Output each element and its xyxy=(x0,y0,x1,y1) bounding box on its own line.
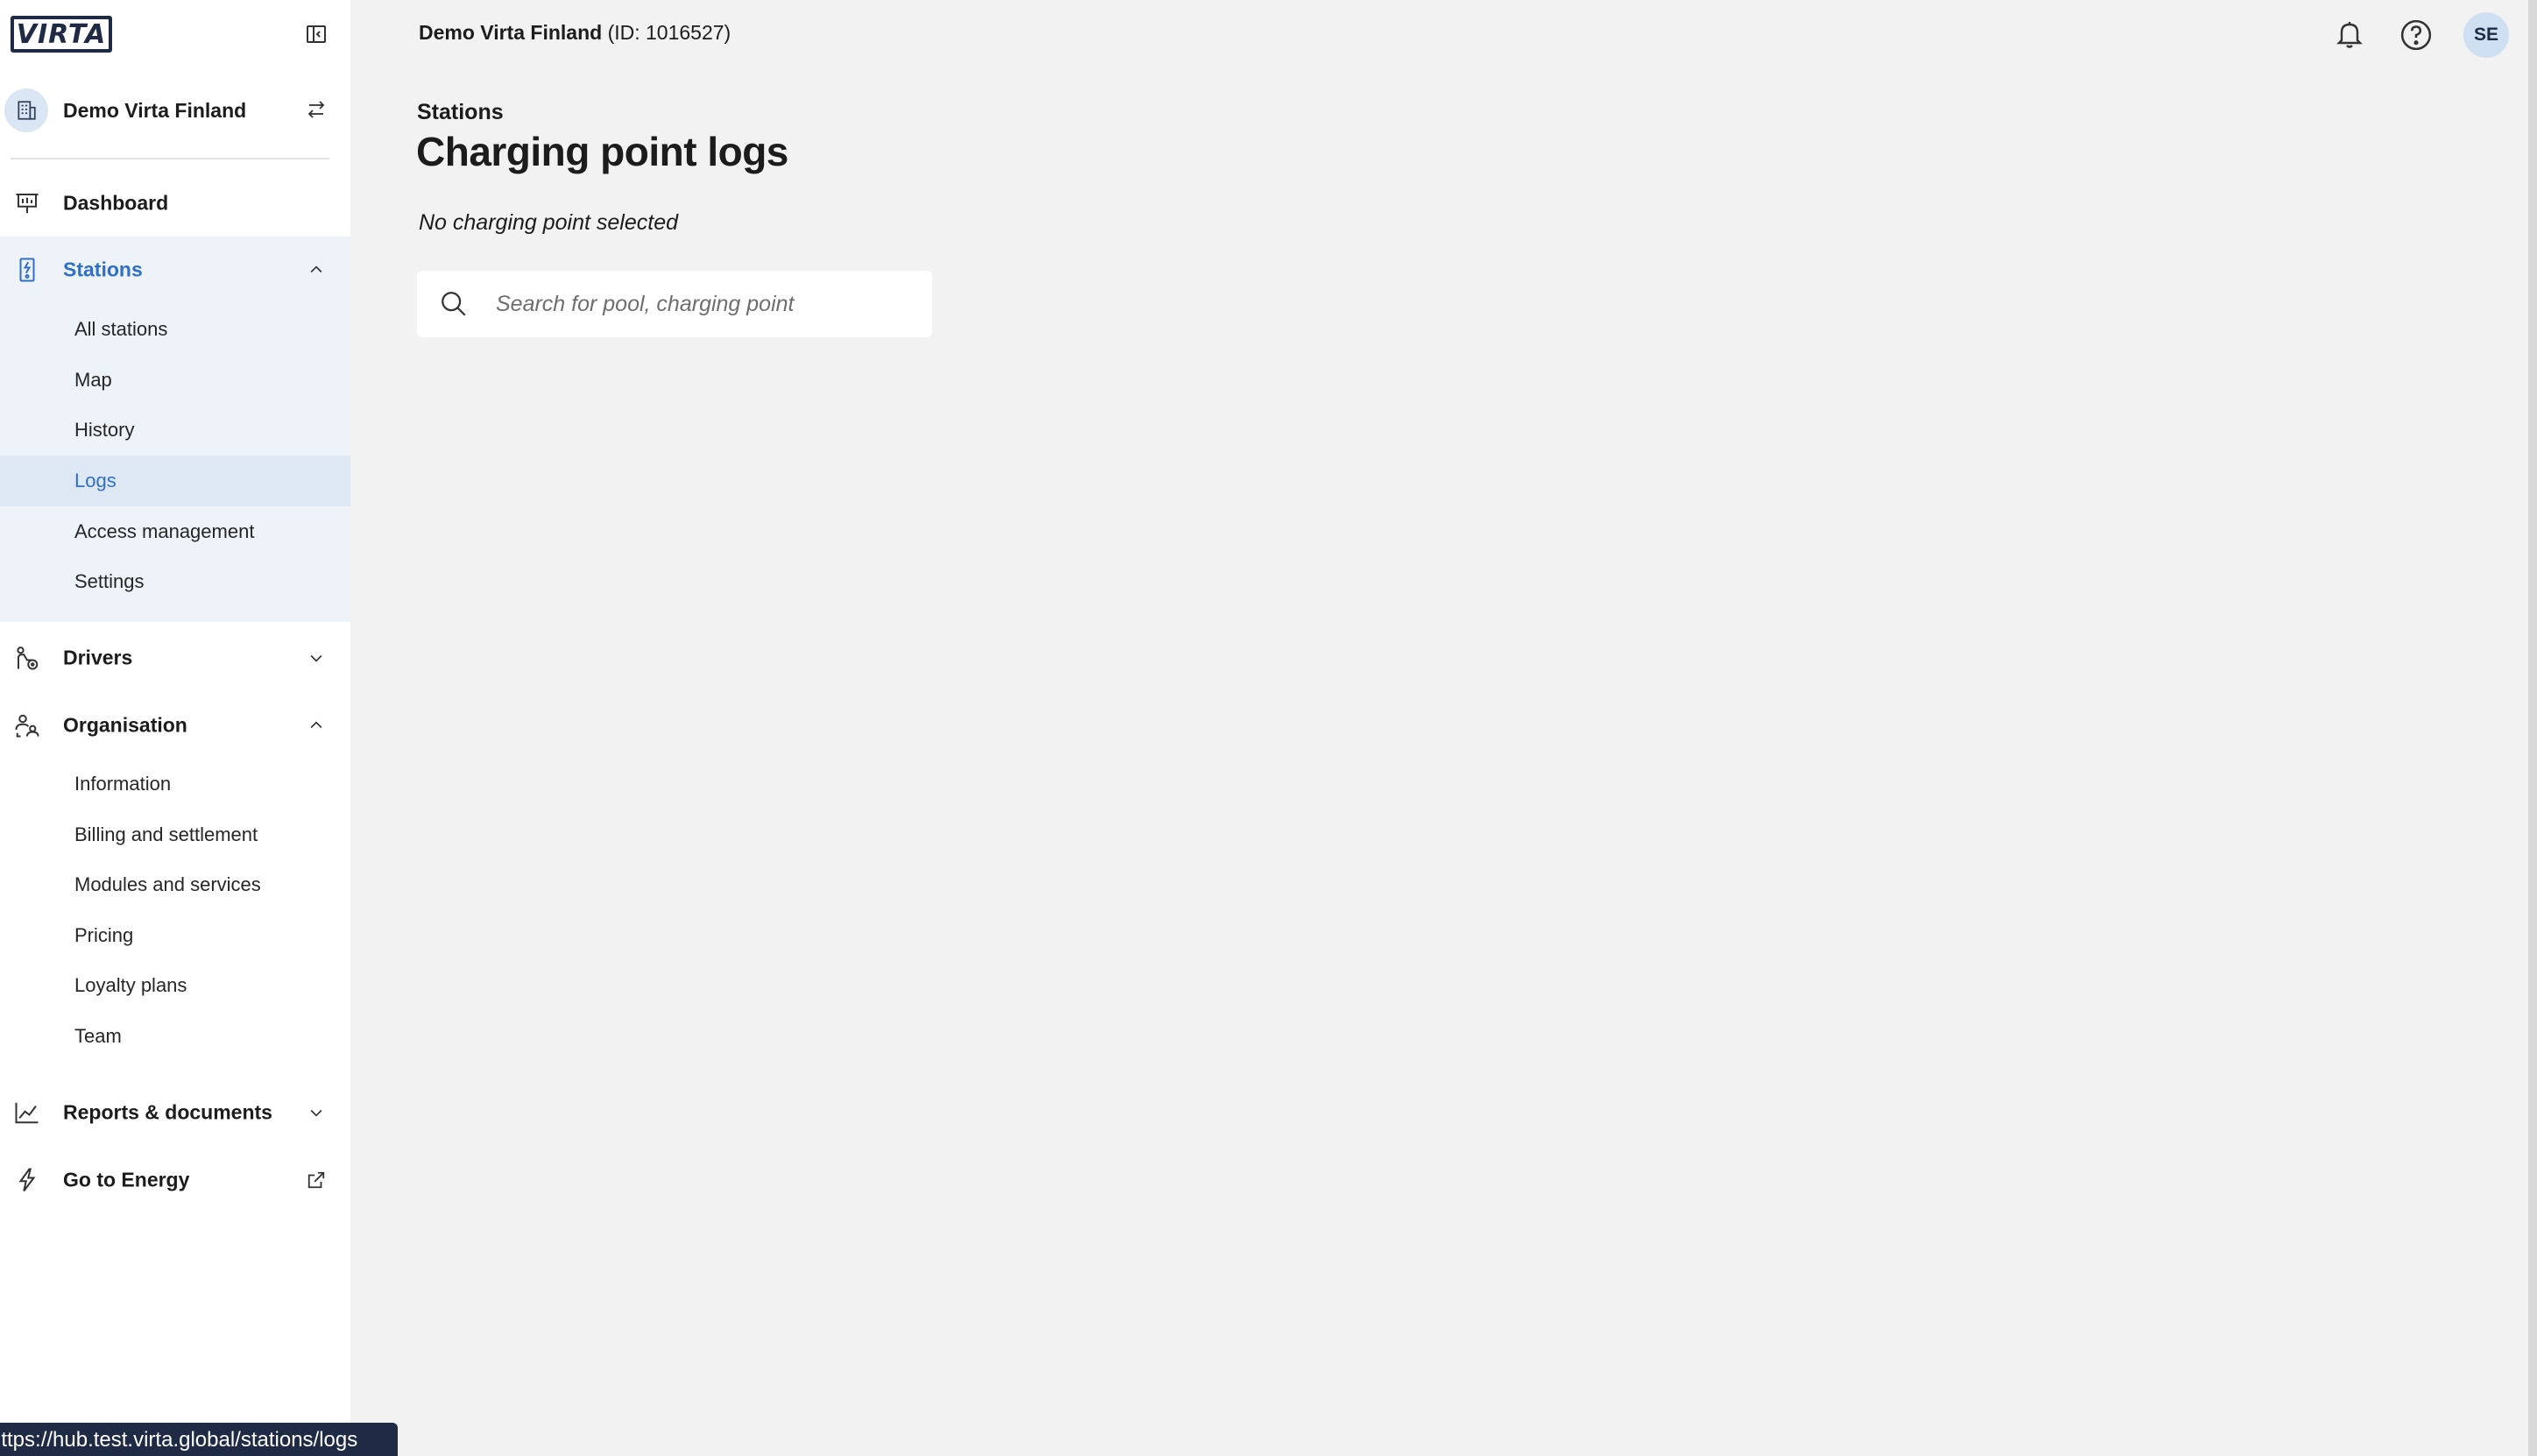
sidebar-subitem-access-management[interactable]: Access management xyxy=(0,506,350,557)
sidebar-subitem-label: All stations xyxy=(74,318,168,340)
search-box[interactable] xyxy=(417,271,932,337)
window-edge xyxy=(2528,0,2537,1456)
topbar-org-title: Demo Virta Finland (ID: 1016527) xyxy=(419,21,731,45)
sidebar-item-drivers[interactable]: Drivers xyxy=(0,625,350,691)
logo-row: VIRTA xyxy=(0,0,350,70)
dashboard-icon xyxy=(12,188,42,218)
sidebar-subitem-loyalty-plans[interactable]: Loyalty plans xyxy=(0,960,350,1011)
sidebar-item-label: Drivers xyxy=(63,646,133,669)
sidebar-item-organisation[interactable]: Organisation xyxy=(0,692,350,759)
sidebar-item-dashboard[interactable]: Dashboard xyxy=(0,170,350,237)
sidebar-subitem-label: Access management xyxy=(74,520,255,542)
switch-arrows-icon[interactable] xyxy=(305,98,328,121)
sidebar-item-reports[interactable]: Reports & documents xyxy=(0,1079,350,1146)
selection-status: No charging point selected xyxy=(419,210,679,235)
search-icon xyxy=(438,288,470,320)
sidebar-subitem-label: Information xyxy=(74,773,172,795)
organisation-switcher[interactable]: Demo Virta Finland xyxy=(0,84,350,135)
virta-logo[interactable]: VIRTA xyxy=(11,16,112,53)
sidebar-item-stations[interactable]: Stations xyxy=(0,237,350,303)
sidebar-subitem-label: Map xyxy=(74,369,112,391)
sidebar-subitem-label: History xyxy=(74,419,135,441)
sidebar-item-go-to-energy[interactable]: Go to Energy xyxy=(0,1147,350,1213)
status-bar-url: https://hub.test.virta.global/stations/l… xyxy=(0,1423,398,1456)
sidebar-subitem-all-stations[interactable]: All stations xyxy=(0,304,350,355)
sidebar-subitem-settings[interactable]: Settings xyxy=(0,556,350,607)
sidebar-subitem-modules[interactable]: Modules and services xyxy=(0,859,350,910)
external-link-icon[interactable] xyxy=(307,1170,326,1190)
user-avatar[interactable]: SE xyxy=(2463,12,2509,58)
help-icon[interactable] xyxy=(2399,18,2434,53)
topbar-org-id: (ID: 1016527) xyxy=(607,21,731,44)
sidebar-subitem-information[interactable]: Information xyxy=(0,759,350,809)
organisation-icon xyxy=(12,710,42,740)
sidebar-subitem-pricing[interactable]: Pricing xyxy=(0,910,350,961)
sidebar-item-label: Go to Energy xyxy=(63,1168,190,1191)
sidebar-subitem-label: Team xyxy=(74,1025,122,1047)
sidebar-subitem-label: Pricing xyxy=(74,924,134,946)
sidebar-subitem-label: Logs xyxy=(74,470,117,491)
chevron-up-icon[interactable] xyxy=(307,260,326,279)
search-input[interactable] xyxy=(496,271,916,337)
driver-icon xyxy=(12,643,42,673)
sidebar-subitem-team[interactable]: Team xyxy=(0,1011,350,1062)
chevron-down-icon[interactable] xyxy=(307,648,326,668)
charging-station-icon xyxy=(12,255,42,285)
bell-icon[interactable] xyxy=(2332,18,2367,53)
collapse-sidebar-icon[interactable] xyxy=(305,23,328,46)
sidebar-subitem-label: Loyalty plans xyxy=(74,974,187,996)
page-title: Charging point logs xyxy=(416,129,788,174)
sidebar-subitem-billing[interactable]: Billing and settlement xyxy=(0,809,350,860)
sidebar-subitem-label: Billing and settlement xyxy=(74,823,258,845)
sidebar-subitem-map[interactable]: Map xyxy=(0,355,350,406)
breadcrumb[interactable]: Stations xyxy=(417,100,504,125)
chevron-up-icon[interactable] xyxy=(307,716,326,735)
sidebar-subitem-logs[interactable]: Logs xyxy=(0,456,350,506)
sidebar-subitem-label: Modules and services xyxy=(74,873,261,895)
sidebar-item-label: Stations xyxy=(63,258,143,281)
sidebar-item-label: Reports & documents xyxy=(63,1100,272,1124)
chevron-down-icon[interactable] xyxy=(307,1103,326,1122)
sidebar: VIRTA Demo Virta Finland Dashboard Stati… xyxy=(0,0,350,1456)
sidebar-subitem-history[interactable]: History xyxy=(0,405,350,456)
sidebar-org-name: Demo Virta Finland xyxy=(63,99,247,122)
topbar-org-name: Demo Virta Finland xyxy=(419,21,603,44)
building-icon xyxy=(4,88,48,132)
lightning-icon xyxy=(12,1165,42,1195)
sidebar-item-label: Dashboard xyxy=(63,191,169,215)
line-chart-icon xyxy=(12,1098,42,1127)
sidebar-item-label: Organisation xyxy=(63,713,187,737)
sidebar-subitem-label: Settings xyxy=(74,570,145,592)
sidebar-divider xyxy=(11,158,329,159)
